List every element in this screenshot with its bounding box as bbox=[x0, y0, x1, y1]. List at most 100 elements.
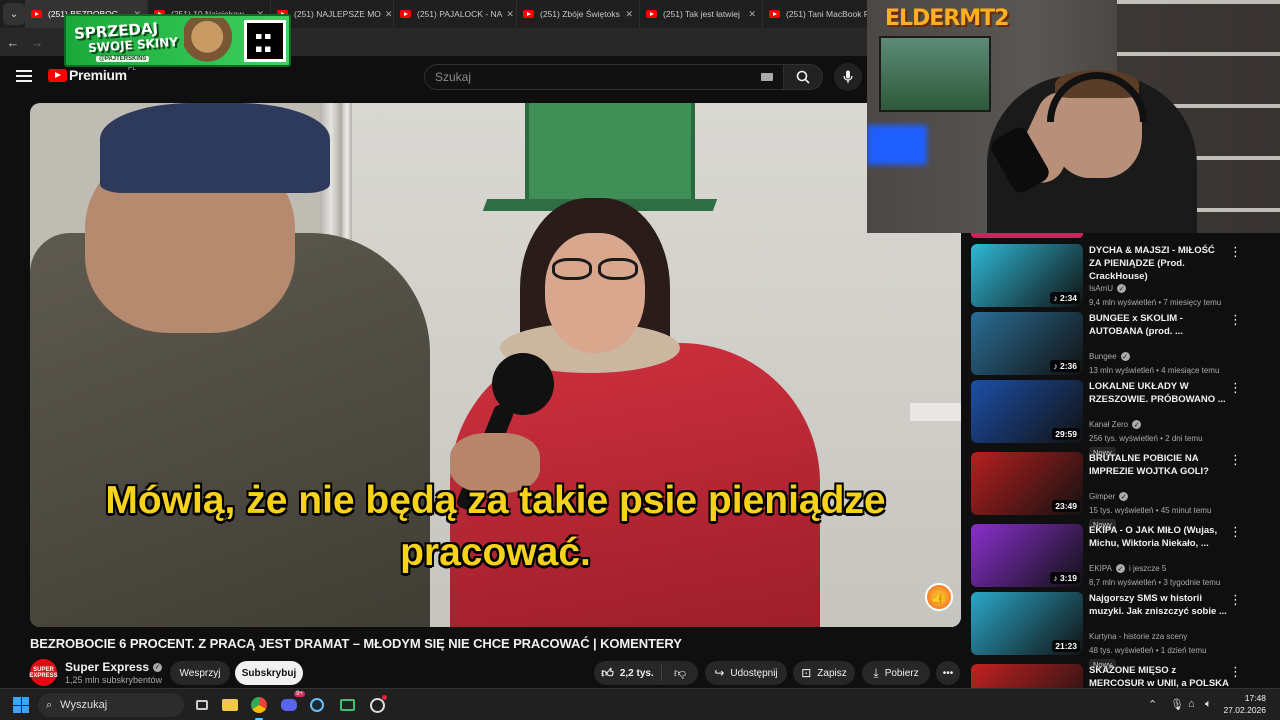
obs-icon[interactable] bbox=[366, 694, 388, 716]
windows-taskbar: ⌕ Wyszukaj 9+ ⌃ 🎙︎ ⌂ 🔈︎ 17:48 27.02.2026 bbox=[0, 688, 1280, 720]
recommended-channel-name: IsAmU bbox=[1089, 284, 1113, 293]
recommended-video[interactable]: 21:23 Najgorszy SMS w historii muzyki. Ja… bbox=[971, 592, 1280, 670]
video-thumbnail[interactable]: 29:59 bbox=[971, 380, 1083, 443]
forward-arrow-icon[interactable]: → bbox=[26, 35, 48, 50]
recommended-video[interactable]: ♪ 2:34 DYCHA & MAJSZI - MIŁOŚĆ ZA PIENIĄD… bbox=[971, 244, 1280, 308]
share-icon: ↪ bbox=[714, 666, 725, 680]
video-thumbnail[interactable] bbox=[971, 664, 1083, 688]
streamer-webcam-overlay: ELDERMT2 bbox=[867, 0, 1280, 233]
more-actions-button[interactable]: ••• bbox=[936, 661, 960, 685]
video-thumbnail[interactable]: ♪ 2:36 bbox=[971, 312, 1083, 375]
close-tab-icon[interactable]: ✕ bbox=[502, 9, 514, 20]
more-vertical-icon[interactable]: ⋮ bbox=[1229, 665, 1242, 678]
promo-dog-image bbox=[184, 18, 242, 65]
recommended-video[interactable]: ♪ 3:19 EKIPA - O JAK MIŁO (Wujas, Michu, … bbox=[971, 524, 1280, 588]
more-vertical-icon[interactable]: ⋮ bbox=[1229, 313, 1242, 326]
recommended-video-meta: 15 tys. wyświetleń • 45 minut temu bbox=[1089, 506, 1212, 515]
taskbar-clock[interactable]: 17:48 27.02.2026 bbox=[1218, 692, 1266, 716]
recommended-video[interactable]: SKAŻONE MIĘSO z MERCOSUR w UNII, a POLSK… bbox=[971, 664, 1280, 688]
close-tab-icon[interactable]: ✕ bbox=[744, 9, 756, 20]
video-subtitle: Mówią, że nie będą za takie psie pieniąd… bbox=[30, 475, 961, 579]
recommended-video-title[interactable]: SKAŻONE MIĘSO z MERCOSUR w UNII, a POLSK… bbox=[1089, 664, 1229, 688]
dislike-button[interactable]: 👎︎ bbox=[662, 666, 698, 681]
save-button[interactable]: ⊡ Zapisz bbox=[793, 661, 855, 685]
subscribe-button[interactable]: Subskrybuj bbox=[235, 661, 303, 685]
recommended-channel[interactable]: Gimper ✓ bbox=[1089, 492, 1129, 501]
browser-tab[interactable]: (251) PAJALOCK - NA ✕ bbox=[394, 0, 517, 28]
more-vertical-icon[interactable]: ⋮ bbox=[1229, 381, 1242, 394]
discord-icon[interactable]: 9+ bbox=[278, 691, 305, 716]
close-tab-icon[interactable]: ✕ bbox=[381, 9, 393, 20]
verified-check-icon: ✓ bbox=[153, 662, 163, 672]
recommended-video[interactable]: ♪ 2:36 BUNGEE x SKOLIM - AUTOBANA (prod. … bbox=[971, 312, 1280, 376]
youtube-favicon-icon bbox=[400, 10, 411, 18]
steam-icon[interactable] bbox=[306, 694, 328, 716]
recommended-video[interactable]: 29:59 LOKALNE UKŁADY W RZESZOWIE. PRÓBOWA… bbox=[971, 380, 1280, 458]
file-explorer-icon[interactable] bbox=[219, 694, 241, 716]
video-frame-man-hat bbox=[100, 103, 330, 193]
recommended-channel[interactable]: IsAmU ✓ bbox=[1089, 284, 1126, 293]
recommended-video-title[interactable]: Najgorszy SMS w historii muzyki. Jak zni… bbox=[1089, 592, 1229, 618]
support-button[interactable]: Wesprzyj bbox=[170, 661, 230, 685]
share-button[interactable]: ↪ Udostępnij bbox=[705, 661, 787, 685]
promo-handle: @PAJTERSKINS bbox=[96, 56, 150, 62]
recommended-channel[interactable]: Kurtyna - historie zza sceny bbox=[1089, 632, 1187, 641]
more-vertical-icon[interactable]: ⋮ bbox=[1229, 593, 1242, 606]
video-thumbnail[interactable]: 23:49 bbox=[971, 452, 1083, 515]
volume-icon[interactable]: 🔈︎ bbox=[1205, 698, 1212, 711]
channel-name-row[interactable]: Super Express ✓ bbox=[65, 660, 163, 674]
search-button[interactable] bbox=[783, 64, 823, 90]
youtube-favicon-icon bbox=[31, 10, 42, 18]
chevron-up-icon[interactable]: ⌃ bbox=[1148, 698, 1157, 711]
tab-label: (251) PAJALOCK - NA bbox=[417, 9, 503, 19]
download-button[interactable]: ⤓ Pobierz bbox=[862, 661, 930, 685]
windows-start-icon[interactable] bbox=[13, 697, 29, 713]
channel-avatar[interactable]: SUPER EXPRESS bbox=[29, 659, 58, 686]
recommended-video-title[interactable]: EKIPA - O JAK MIŁO (Wujas, Michu, Wiktor… bbox=[1089, 524, 1229, 550]
voice-search-button[interactable] bbox=[834, 63, 862, 91]
download-label: Pobierz bbox=[884, 667, 919, 679]
video-thumbnail[interactable]: 21:23 bbox=[971, 592, 1083, 655]
browser-tab[interactable]: (251) Zbóje Świętoks ✕ bbox=[517, 0, 640, 28]
video-player[interactable]: S Mówią, że nie będą za takie psie pieni… bbox=[30, 103, 961, 627]
tab-label: (251) NAJLEPSZE MO bbox=[294, 9, 381, 19]
recommended-video-title[interactable]: LOKALNE UKŁADY W RZESZOWIE. PRÓBOWANO ..… bbox=[1089, 380, 1229, 406]
youtube-premium-logo[interactable]: Premium PL bbox=[48, 65, 136, 83]
video-frame-window bbox=[525, 103, 695, 203]
video-thumbnail[interactable]: ♪ 3:19 bbox=[971, 524, 1083, 587]
more-vertical-icon[interactable]: ⋮ bbox=[1229, 525, 1242, 538]
youtube-logo-icon bbox=[48, 68, 67, 82]
terminal-icon[interactable] bbox=[336, 694, 358, 716]
recommended-channel[interactable]: EKIPA ✓ i jeszcze 5 bbox=[1089, 564, 1166, 573]
recommended-video-title[interactable]: BUNGEE x SKOLIM - AUTOBANA (prod. ... bbox=[1089, 312, 1229, 338]
thumbs-up-icon: 👍︎ bbox=[601, 665, 614, 680]
microphone-tray-icon[interactable]: 🎙︎ bbox=[1170, 698, 1184, 711]
recommended-video-title[interactable]: DYCHA & MAJSZI - MIŁOŚĆ ZA PIENIĄDZE (Pr… bbox=[1089, 244, 1229, 283]
tab-search-menu-button[interactable]: ⌄ bbox=[3, 3, 25, 25]
recommended-channel[interactable]: Kanał Zero ✓ bbox=[1089, 420, 1142, 429]
keyboard-icon[interactable] bbox=[761, 73, 773, 81]
channel-name[interactable]: Super Express bbox=[65, 660, 149, 674]
recommended-video-title[interactable]: BRUTALNE POBICIE NA IMPREZIE WOJTKA GOLI… bbox=[1089, 452, 1229, 478]
task-view-icon[interactable] bbox=[191, 694, 213, 716]
video-duration: 29:59 bbox=[1052, 428, 1080, 440]
chrome-icon[interactable] bbox=[248, 694, 270, 720]
discord-badge: 9+ bbox=[294, 691, 305, 697]
search-input[interactable] bbox=[435, 65, 735, 89]
recommended-channel[interactable]: Bungee ✓ bbox=[1089, 352, 1130, 361]
video-thumbnail[interactable]: ♪ 2:34 bbox=[971, 244, 1083, 307]
more-vertical-icon[interactable]: ⋮ bbox=[1229, 245, 1242, 258]
like-button[interactable]: 👍︎ 2,2 tys. bbox=[594, 665, 662, 681]
recommended-video[interactable]: 23:49 BRUTALNE POBICIE NA IMPREZIE WOJTKA… bbox=[971, 452, 1280, 530]
verified-check-icon: ✓ bbox=[1132, 420, 1142, 429]
network-icon[interactable]: ⌂ bbox=[1188, 698, 1195, 710]
taskbar-search[interactable]: ⌕ Wyszukaj bbox=[38, 693, 184, 717]
webcam-led bbox=[867, 125, 927, 165]
back-arrow-icon[interactable]: ← bbox=[2, 35, 24, 50]
browser-tab[interactable]: (251) Tak jest łatwiej ✕ bbox=[640, 0, 763, 28]
close-tab-icon[interactable]: ✕ bbox=[621, 9, 633, 20]
verified-check-icon: ✓ bbox=[1115, 564, 1125, 573]
more-vertical-icon[interactable]: ⋮ bbox=[1229, 453, 1242, 466]
menu-icon[interactable] bbox=[16, 70, 32, 82]
webcam-aquarium bbox=[879, 36, 991, 112]
